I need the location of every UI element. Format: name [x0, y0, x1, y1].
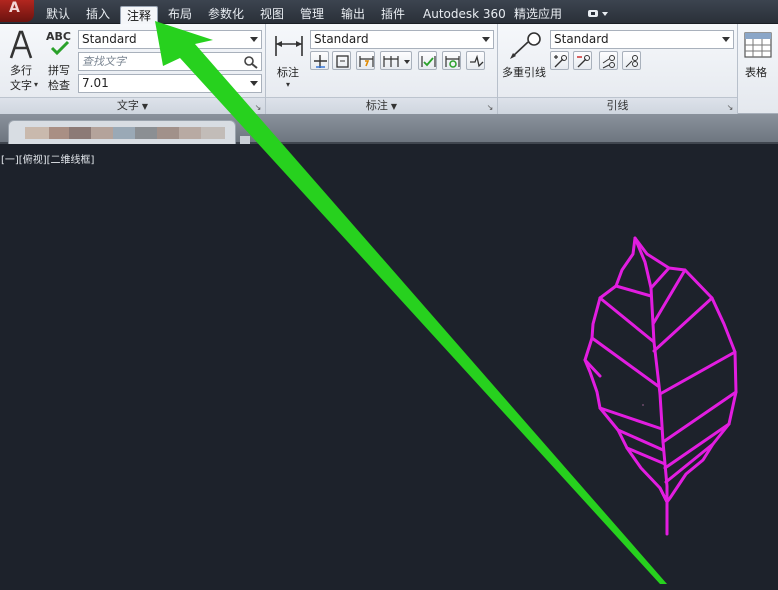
- application-logo-icon: A: [9, 0, 20, 16]
- dimension-jog-icon: [470, 54, 484, 68]
- drawing-canvas[interactable]: [一][俯视][二维线框]: [0, 146, 778, 590]
- leaf-outline[interactable]: [583, 236, 738, 536]
- dimension-label: 标注: [277, 66, 299, 79]
- align-leaders-icon: [602, 55, 615, 69]
- multiline-text-button[interactable]: 多行 文字 ▾: [4, 28, 40, 94]
- autocad-window: A 默认 插入 注释 布局 参数化 视图 管理 输出 插件 Autodesk 3…: [0, 0, 778, 590]
- leader-panel-title-label: 引线: [606, 99, 629, 112]
- tab-annotate[interactable]: 注释: [120, 6, 159, 24]
- table-icon: [744, 32, 772, 58]
- collect-leaders-icon: [625, 55, 638, 68]
- dimension-continue-icon: [383, 56, 410, 67]
- spellcheck-icon: ABC: [46, 30, 74, 56]
- multiline-text-dropdown-icon: ▾: [34, 80, 39, 89]
- tab-view[interactable]: 视图: [254, 5, 290, 24]
- dimension-continue-button[interactable]: [380, 51, 412, 70]
- collect-leaders-button[interactable]: [622, 51, 641, 70]
- multileader-style-value: Standard: [554, 32, 609, 46]
- multileader-button[interactable]: 多重引线: [500, 28, 548, 94]
- dimension-icon: [275, 36, 303, 56]
- chevron-down-icon: ▼: [141, 102, 149, 111]
- text-style-value: Standard: [82, 32, 137, 46]
- dimension-inspect-button[interactable]: [418, 51, 437, 70]
- text-style-select[interactable]: Standard: [78, 30, 262, 49]
- table-label: 表格: [745, 66, 767, 79]
- chevron-down-icon: [250, 81, 258, 86]
- leaf-drawing[interactable]: [0, 146, 778, 590]
- viewport-controls-label[interactable]: [一][俯视][二维线框]: [1, 151, 94, 166]
- remove-leader-icon: [577, 55, 590, 68]
- drawing-file-tab[interactable]: [8, 120, 236, 144]
- tab-manage[interactable]: 管理: [294, 5, 330, 24]
- tab-default[interactable]: 默认: [40, 5, 76, 24]
- multileader-icon: [510, 32, 541, 59]
- multiline-text-label-1: 多行: [10, 64, 32, 77]
- ribbon-tab-bar: A 默认 插入 注释 布局 参数化 视图 管理 输出 插件 Autodesk 3…: [0, 0, 778, 24]
- text-height-value: 7.01: [82, 76, 109, 90]
- dimension-break-button[interactable]: [310, 51, 329, 70]
- dimension-update-button[interactable]: [442, 51, 461, 70]
- dimension-adjust-icon: [336, 55, 349, 68]
- dimension-break-icon: [314, 55, 327, 68]
- spellcheck-button[interactable]: ABC 拼写 检查: [42, 28, 76, 94]
- tab-insert[interactable]: 插入: [80, 5, 116, 24]
- text-panel: 多行 文字 ▾ ABC 拼写 检查 Standard 查找文字 7.01 文字 …: [0, 24, 266, 114]
- align-leaders-button[interactable]: [599, 51, 618, 70]
- tab-plugins[interactable]: 插件: [375, 5, 411, 24]
- leader-panel-title[interactable]: 引线 ↘: [498, 97, 737, 114]
- file-tab-strip: [0, 114, 778, 144]
- tab-featured-apps[interactable]: 精选应用: [508, 5, 568, 24]
- dimension-panel: 标注 ▾ Standard 标注 ▼ ↘: [266, 24, 498, 114]
- add-leader-button[interactable]: [550, 51, 569, 70]
- dimension-adjust-button[interactable]: [332, 51, 351, 70]
- stray-point: [642, 404, 644, 406]
- dimension-dropdown-icon: ▾: [286, 80, 291, 89]
- workspace-dropdown-icon[interactable]: [586, 8, 612, 20]
- dialog-launcher-icon[interactable]: ↘: [254, 104, 262, 112]
- dimension-inspect-icon: [421, 56, 436, 67]
- chevron-down-icon: [722, 37, 730, 42]
- dimension-style-select[interactable]: Standard: [310, 30, 494, 49]
- application-menu-button[interactable]: A: [0, 0, 34, 22]
- dimension-space-button[interactable]: [356, 51, 375, 70]
- tab-autodesk-360[interactable]: Autodesk 360: [417, 5, 512, 24]
- find-text-input[interactable]: 查找文字: [78, 52, 262, 71]
- spellcheck-label-1: 拼写: [48, 64, 70, 77]
- find-text-placeholder: 查找文字: [82, 55, 126, 68]
- dimension-space-icon: [359, 56, 374, 67]
- dimension-update-icon: [445, 56, 460, 68]
- dimension-panel-title[interactable]: 标注 ▼ ↘: [266, 97, 497, 114]
- leader-panel: 多重引线 Standard 引线 ↘: [498, 24, 738, 114]
- multileader-label: 多重引线: [502, 66, 546, 79]
- dialog-launcher-icon[interactable]: ↘: [726, 104, 734, 112]
- tab-parametric[interactable]: 参数化: [202, 5, 250, 24]
- table-button[interactable]: 表格: [740, 28, 776, 94]
- add-leader-icon: [554, 55, 567, 68]
- spellcheck-label-2: 检查: [48, 79, 70, 92]
- dimension-button[interactable]: 标注 ▾: [270, 28, 308, 94]
- ribbon: 多行 文字 ▾ ABC 拼写 检查 Standard 查找文字 7.01 文字 …: [0, 24, 778, 114]
- multileader-style-select[interactable]: Standard: [550, 30, 734, 49]
- chevron-down-icon: ▼: [390, 102, 398, 111]
- text-height-select[interactable]: 7.01: [78, 74, 262, 93]
- find-text-icon[interactable]: [243, 55, 259, 69]
- remove-leader-button[interactable]: [573, 51, 592, 70]
- new-tab-button[interactable]: [240, 136, 250, 144]
- chevron-down-icon: [250, 37, 258, 42]
- dimension-style-value: Standard: [314, 32, 369, 46]
- dialog-launcher-icon[interactable]: ↘: [486, 104, 494, 112]
- multiline-text-icon: [9, 30, 33, 59]
- multiline-text-label-2: 文字: [10, 79, 32, 92]
- chevron-down-icon: [482, 37, 490, 42]
- tab-output[interactable]: 输出: [335, 5, 371, 24]
- dimension-jog-button[interactable]: [466, 51, 485, 70]
- dimension-panel-title-label: 标注: [365, 99, 388, 112]
- table-panel: 表格: [738, 24, 778, 114]
- tab-layout[interactable]: 布局: [162, 5, 198, 24]
- text-panel-title-label: 文字: [116, 99, 139, 112]
- text-panel-title[interactable]: 文字 ▼ ↘: [0, 97, 265, 114]
